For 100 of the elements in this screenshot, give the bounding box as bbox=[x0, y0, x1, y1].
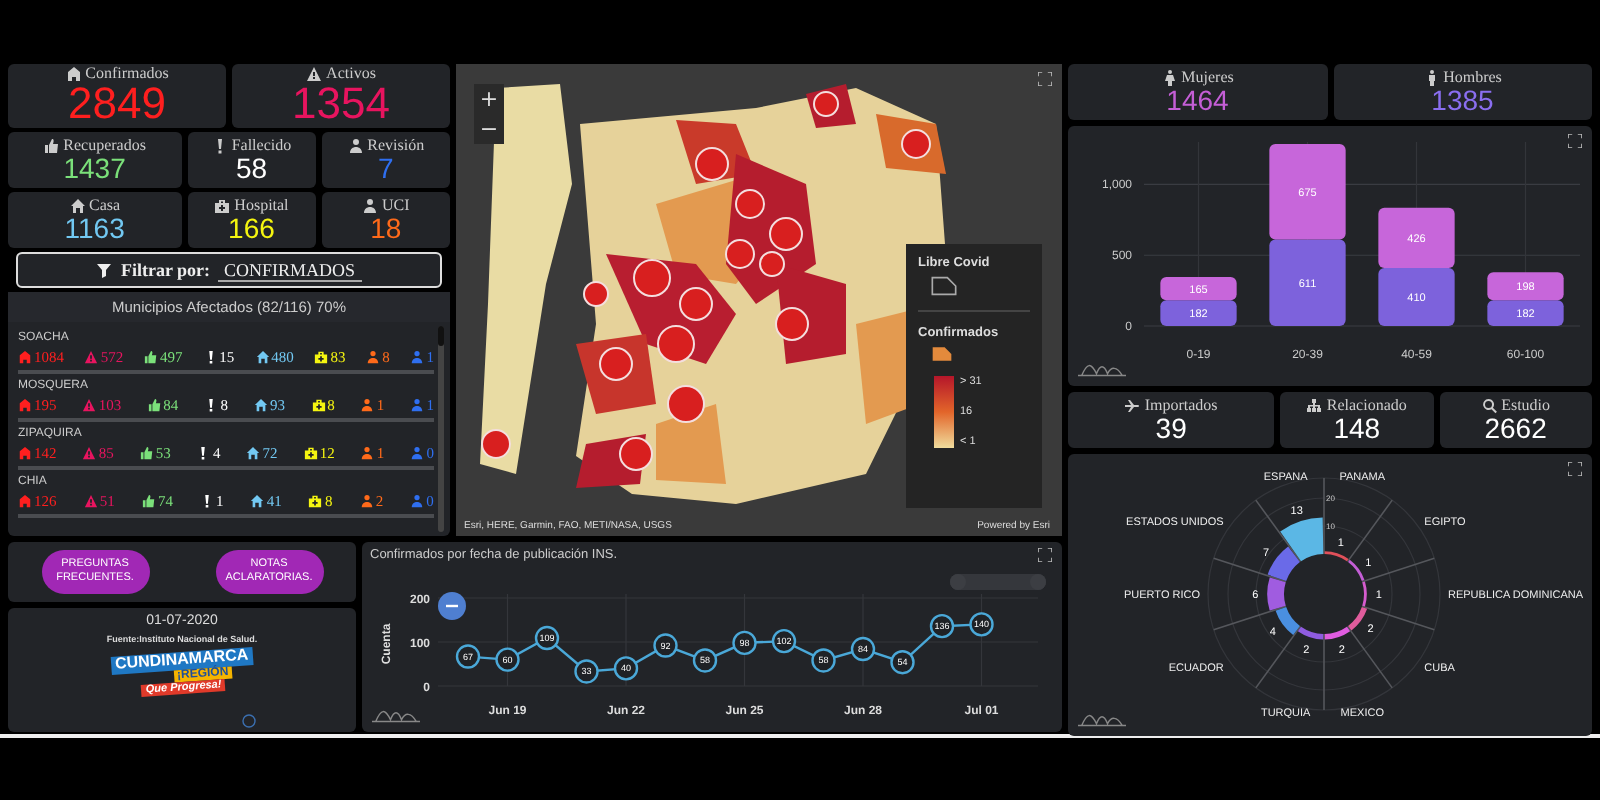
exclamation-icon bbox=[196, 446, 211, 460]
stat-label: Hombres bbox=[1443, 69, 1502, 86]
data-point[interactable] bbox=[890, 650, 915, 675]
data-point[interactable] bbox=[811, 648, 836, 673]
polygon-icon bbox=[930, 276, 958, 296]
stat-label: Relacionado bbox=[1326, 397, 1407, 414]
sitemap-icon bbox=[1306, 397, 1323, 414]
stat-label: Activos bbox=[326, 66, 376, 82]
stat-label: Hospital bbox=[234, 197, 289, 214]
stat-label: Recuperados bbox=[63, 137, 146, 154]
wave-icon[interactable] bbox=[372, 708, 420, 724]
thumbs-up-icon bbox=[141, 494, 156, 508]
exclamation-icon bbox=[204, 398, 219, 412]
stat-label: Revisión bbox=[367, 137, 425, 154]
zoom-button[interactable]: − bbox=[474, 114, 504, 144]
warning-icon bbox=[84, 350, 99, 364]
thumbs-up-icon bbox=[139, 446, 154, 460]
person-icon bbox=[362, 197, 378, 214]
data-point[interactable] bbox=[534, 625, 560, 651]
fullscreen-icon[interactable] bbox=[1568, 134, 1582, 148]
fullscreen-icon[interactable] bbox=[1038, 72, 1052, 86]
zoom-button[interactable]: + bbox=[474, 84, 504, 114]
data-point[interactable] bbox=[969, 612, 994, 637]
data-point[interactable] bbox=[732, 630, 757, 656]
stat-value: 58 bbox=[235, 153, 268, 183]
swatch-icon bbox=[930, 346, 954, 362]
man-icon bbox=[1423, 69, 1440, 86]
building-icon bbox=[18, 446, 32, 460]
house-icon bbox=[255, 350, 270, 364]
warning-icon bbox=[306, 66, 323, 82]
fullscreen-icon[interactable] bbox=[1568, 462, 1582, 476]
person-icon bbox=[347, 137, 364, 154]
filter-dropdown[interactable]: CONFIRMADOS bbox=[218, 259, 362, 281]
medkit-icon bbox=[303, 446, 318, 460]
data-point[interactable] bbox=[495, 647, 520, 672]
stat-label: Estudio bbox=[1501, 397, 1551, 414]
thumbs-up-icon bbox=[147, 398, 162, 412]
bar[interactable] bbox=[1267, 577, 1286, 611]
bar[interactable] bbox=[1280, 517, 1324, 562]
building-icon bbox=[18, 398, 32, 412]
bar[interactable] bbox=[1160, 276, 1237, 301]
medkit-icon bbox=[314, 350, 329, 364]
bar[interactable] bbox=[1160, 300, 1237, 326]
stat-label: Fallecido bbox=[231, 137, 292, 154]
data-point[interactable] bbox=[455, 644, 481, 669]
stat-value: 1464 bbox=[1166, 85, 1229, 115]
data-point[interactable] bbox=[929, 613, 955, 639]
house-icon bbox=[250, 494, 265, 508]
bar[interactable] bbox=[1275, 607, 1300, 635]
person-icon bbox=[359, 494, 374, 508]
filter-icon bbox=[96, 262, 113, 278]
stat-label: Importados bbox=[1144, 397, 1218, 414]
data-point[interactable] bbox=[613, 656, 639, 681]
slider-handle[interactable] bbox=[1030, 574, 1046, 590]
minus-icon[interactable] bbox=[438, 592, 466, 620]
plane-icon bbox=[1124, 397, 1141, 414]
data-point[interactable] bbox=[574, 659, 599, 684]
stat-value: 166 bbox=[228, 213, 275, 243]
stat-label: UCI bbox=[382, 197, 410, 214]
warning-icon bbox=[82, 398, 97, 412]
exclamation-icon bbox=[203, 350, 218, 364]
warning-icon bbox=[83, 494, 98, 508]
house-icon bbox=[69, 197, 86, 214]
data-point[interactable] bbox=[653, 633, 678, 658]
house-icon bbox=[254, 398, 268, 412]
gradient-bar bbox=[934, 376, 954, 448]
stat-value: 148 bbox=[1333, 413, 1381, 443]
wave-icon[interactable] bbox=[1078, 362, 1126, 378]
data-point[interactable] bbox=[771, 628, 797, 654]
bar[interactable] bbox=[1267, 546, 1300, 581]
house-icon bbox=[246, 446, 261, 460]
building-icon bbox=[65, 66, 82, 82]
bar[interactable] bbox=[1487, 300, 1564, 326]
thumbs-up-icon bbox=[144, 350, 159, 364]
person-icon bbox=[360, 398, 375, 412]
warning-icon bbox=[82, 446, 97, 460]
person-icon bbox=[410, 398, 425, 412]
fullscreen-icon[interactable] bbox=[1038, 548, 1052, 562]
stat-value: 1437 bbox=[63, 153, 126, 183]
data-point[interactable] bbox=[850, 636, 876, 662]
stat-value: 1385 bbox=[1431, 85, 1494, 115]
stat-label: Confirmados bbox=[85, 66, 169, 82]
slider-handle[interactable] bbox=[950, 574, 966, 590]
bar[interactable] bbox=[1348, 607, 1368, 631]
exclamation-icon bbox=[200, 494, 215, 508]
stat-label: Mujeres bbox=[1181, 69, 1234, 86]
building-icon bbox=[18, 350, 32, 364]
person-icon bbox=[360, 446, 375, 460]
bar[interactable] bbox=[1362, 581, 1367, 607]
scrollbar[interactable] bbox=[438, 326, 444, 532]
stat-value: 1163 bbox=[64, 213, 125, 243]
range-slider[interactable] bbox=[950, 574, 1046, 590]
medkit-icon bbox=[308, 494, 323, 508]
data-point[interactable] bbox=[692, 648, 718, 673]
wave-icon[interactable] bbox=[1078, 712, 1126, 728]
building-icon bbox=[18, 494, 32, 508]
bar[interactable] bbox=[1324, 626, 1351, 640]
bar[interactable] bbox=[1348, 559, 1365, 581]
stat-label: Casa bbox=[89, 197, 121, 214]
bar[interactable] bbox=[1487, 272, 1564, 301]
